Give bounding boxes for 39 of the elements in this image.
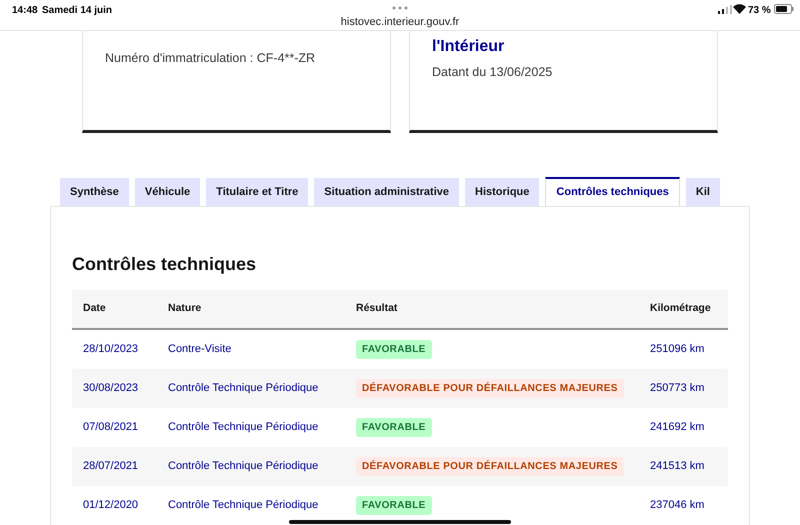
mileage-cell-text: 241692 km	[650, 420, 706, 436]
result-badge: FAVORABLE	[356, 496, 432, 515]
nature-cell-text: Contre-Visite	[168, 342, 232, 358]
column-header: Nature	[168, 301, 202, 316]
battery-icon	[774, 4, 794, 14]
nature-cell-text: Contrôle Technique Périodique	[168, 381, 320, 396]
tab[interactable]: Synthèse	[60, 178, 129, 206]
result-badge: DÉFAVORABLE POUR DÉFAILLANCES MAJEURES	[356, 457, 624, 476]
tab[interactable]: Historique	[465, 178, 540, 206]
card-title: l'Intérieur	[432, 37, 506, 57]
column-header: Date	[83, 301, 107, 316]
date-cell-text: 28/07/2021	[83, 459, 140, 474]
tab[interactable]: Véhicule	[134, 178, 200, 206]
date-cell-text: 07/08/2021	[83, 420, 140, 436]
wifi-icon	[733, 4, 746, 14]
more-icon[interactable]	[392, 6, 408, 10]
tab[interactable]: Titulaire et Titre	[206, 178, 308, 206]
mileage-cell-text: 250773 km	[650, 381, 706, 396]
result-badge: FAVORABLE	[356, 418, 432, 437]
date-cell-text: 01/12/2020	[83, 498, 140, 514]
tab[interactable]: Contrôles techniques	[545, 177, 680, 206]
mileage-cell-text: 241513 km	[650, 459, 706, 474]
column-header: Kilométrage	[650, 301, 712, 316]
column-header: Résultat	[356, 301, 398, 316]
mileage-cell-text: 237046 km	[650, 498, 706, 514]
nature-cell-text: Contrôle Technique Périodique	[168, 459, 320, 474]
signal-icon	[718, 5, 732, 14]
nature-cell-text: Contrôle Technique Périodique	[168, 498, 320, 514]
nature-cell-text: Contrôle Technique Périodique	[168, 420, 320, 436]
result-badge: FAVORABLE	[356, 340, 432, 359]
card-text: Numéro d'immatriculation : CF-4**-ZR	[105, 50, 316, 67]
date-cell-text: 30/08/2023	[83, 381, 140, 396]
date-cell-text: 28/10/2023	[83, 342, 140, 358]
section-title: Contrôles techniques	[72, 253, 258, 276]
mileage-cell-text: 251096 km	[650, 342, 706, 358]
card-text: Datant du 13/06/2025	[432, 64, 554, 81]
tab[interactable]: Kil	[686, 178, 720, 206]
tab[interactable]: Situation administrative	[314, 178, 459, 206]
result-badge: DÉFAVORABLE POUR DÉFAILLANCES MAJEURES	[356, 379, 624, 398]
